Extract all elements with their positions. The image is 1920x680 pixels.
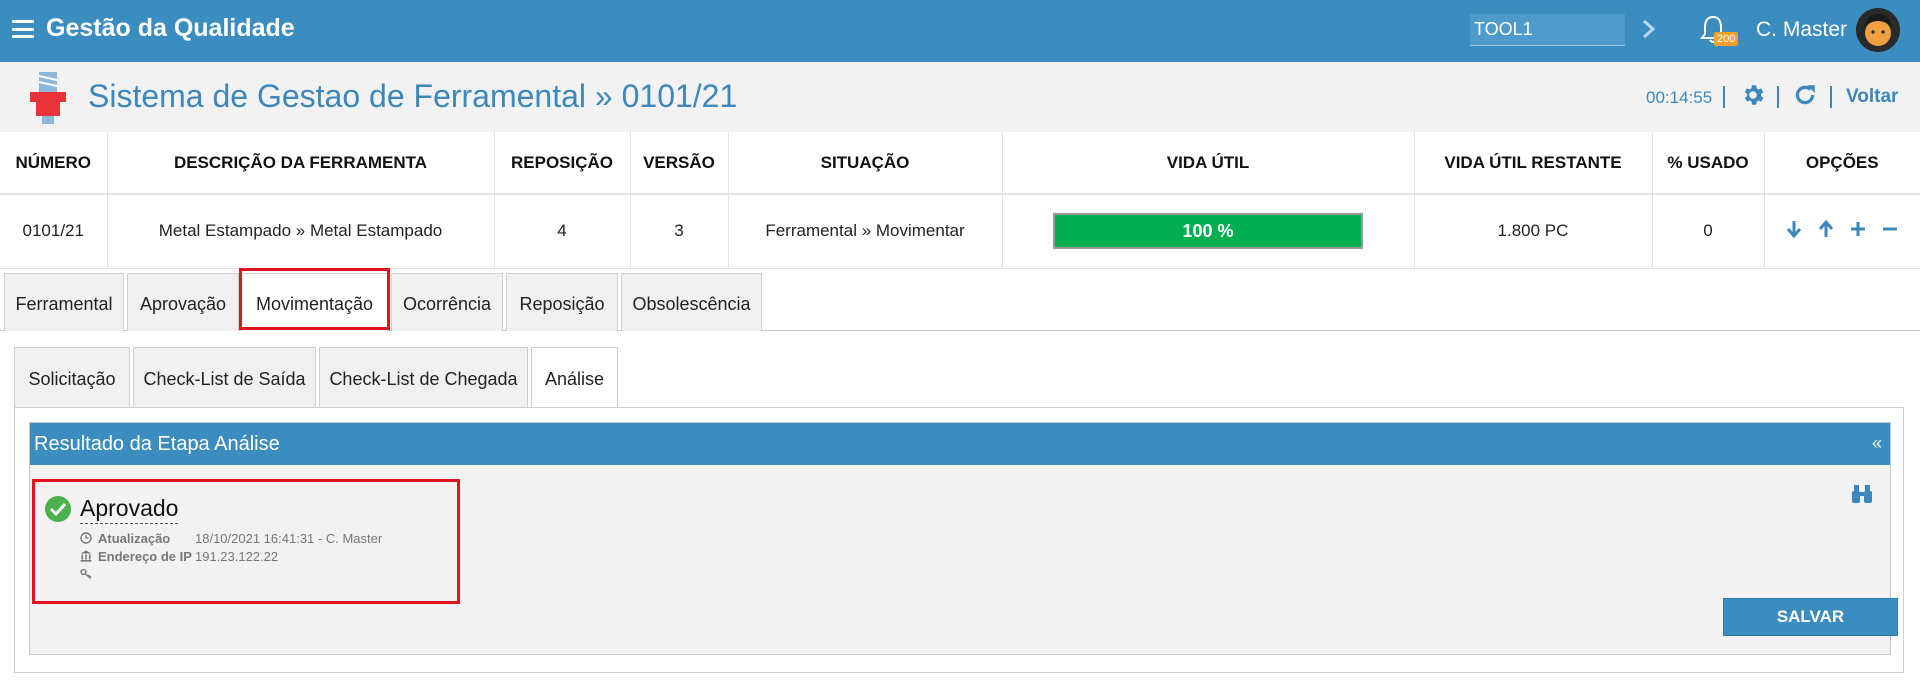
- tab-reposicao[interactable]: Reposição: [506, 273, 618, 331]
- result-title: Resultado da Etapa Análise: [34, 433, 280, 455]
- user-name[interactable]: C. Master: [1756, 18, 1847, 42]
- tab-aprovacao[interactable]: Aprovação: [127, 273, 239, 331]
- column-header: DESCRIÇÃO DA FERRAMENTA: [107, 132, 495, 195]
- result-header: Resultado da Etapa Análise «: [30, 423, 1890, 465]
- cell-versao: 3: [630, 194, 729, 269]
- column-header: SITUAÇÃO: [728, 132, 1003, 195]
- top-bar: Gestão da Qualidade 200 C. Master: [0, 0, 1920, 62]
- separator: [1830, 86, 1832, 108]
- tool-icon: [30, 72, 66, 124]
- table-header-row: NÚMERO DESCRIÇÃO DA FERRAMENTA REPOSIÇÃO…: [0, 132, 1920, 195]
- subtab-checklist-chegada[interactable]: Check-List de Chegada: [319, 347, 528, 407]
- tab-highlight-box: [239, 268, 390, 330]
- column-header: REPOSIÇÃO: [494, 132, 631, 195]
- result-highlight-box: [32, 479, 460, 604]
- page-header: Sistema de Gestao de Ferramental » 0101/…: [0, 62, 1920, 132]
- separator: [1723, 86, 1725, 108]
- refresh-icon[interactable]: [1792, 82, 1818, 108]
- cell-pct-usado: 0: [1652, 194, 1765, 269]
- subtab-checklist-saida[interactable]: Check-List de Saída: [133, 347, 316, 407]
- arrow-down-icon[interactable]: [1783, 218, 1805, 240]
- search-input[interactable]: [1470, 14, 1625, 46]
- arrow-up-icon[interactable]: [1815, 218, 1837, 240]
- plus-icon[interactable]: [1847, 218, 1869, 240]
- cell-vida-util-restante: 1.800 PC: [1414, 194, 1653, 269]
- minus-icon[interactable]: [1879, 218, 1901, 240]
- binoculars-icon[interactable]: [1850, 483, 1874, 505]
- cell-numero: 0101/21: [0, 194, 108, 269]
- notification-badge: 200: [1714, 32, 1739, 46]
- hamburger-menu-icon[interactable]: [12, 20, 34, 38]
- cell-descricao: Metal Estampado » Metal Estampado: [107, 194, 495, 269]
- tab-ocorrencia[interactable]: Ocorrência: [391, 273, 503, 331]
- life-progress-bar: 100 %: [1053, 213, 1363, 250]
- avatar[interactable]: [1856, 8, 1900, 52]
- cell-opcoes: [1764, 194, 1920, 269]
- collapse-icon[interactable]: «: [1872, 433, 1882, 454]
- chevron-right-icon[interactable]: [1640, 16, 1658, 42]
- table-row: 0101/21 Metal Estampado » Metal Estampad…: [0, 194, 1920, 269]
- page-title: Sistema de Gestao de Ferramental » 0101/…: [88, 78, 738, 114]
- save-button[interactable]: SALVAR: [1723, 598, 1898, 636]
- column-header: VERSÃO: [630, 132, 729, 195]
- tool-table: NÚMERO DESCRIÇÃO DA FERRAMENTA REPOSIÇÃO…: [0, 132, 1920, 269]
- tab-ferramental[interactable]: Ferramental: [4, 273, 124, 331]
- app-title: Gestão da Qualidade: [46, 14, 295, 42]
- separator: [1777, 86, 1779, 108]
- column-header: VIDA ÚTIL RESTANTE: [1414, 132, 1653, 195]
- session-timer: 00:14:55: [1646, 88, 1713, 107]
- column-header: VIDA ÚTIL: [1002, 132, 1415, 195]
- subtab-solicitacao[interactable]: Solicitação: [14, 347, 130, 407]
- subtab-analise[interactable]: Análise: [531, 347, 618, 407]
- back-link[interactable]: Voltar: [1846, 86, 1898, 108]
- cell-situacao: Ferramental » Movimentar: [728, 194, 1003, 269]
- cell-reposicao: 4: [494, 194, 631, 269]
- column-header: OPÇÕES: [1764, 132, 1920, 195]
- gear-icon[interactable]: [1740, 82, 1766, 108]
- tab-obsolescencia[interactable]: Obsolescência: [621, 273, 762, 331]
- column-header: % USADO: [1652, 132, 1765, 195]
- cell-vida-util: 100 %: [1002, 194, 1415, 269]
- column-header: NÚMERO: [0, 132, 108, 195]
